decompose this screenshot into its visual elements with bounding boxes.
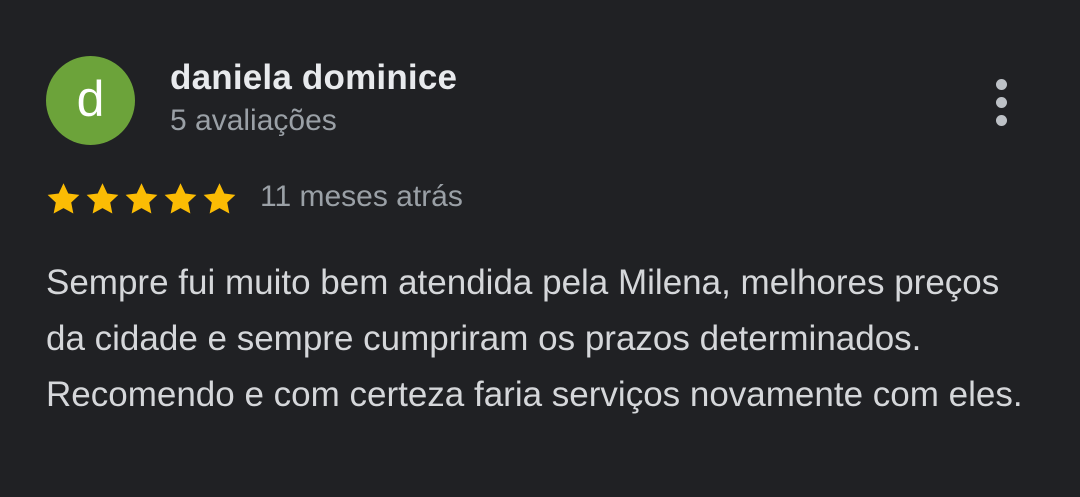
star-icon [164,183,197,214]
star-icon [86,183,119,214]
reviewer-name[interactable]: daniela dominice [170,58,457,98]
more-options-button[interactable] [982,76,1022,130]
more-vert-icon-dot [996,115,1007,126]
avatar[interactable]: d [46,56,135,145]
review-time: 11 meses atrás [260,180,463,213]
review-text: Sempre fui muito bem atendida pela Milen… [46,263,1023,414]
star-icon [47,183,80,214]
more-vert-icon-dot [996,97,1007,108]
more-vert-icon [996,79,1007,90]
review-card: d daniela dominice 5 avaliações 11 meses… [0,0,1080,497]
reviewer-reviews-count: 5 avaliações [170,104,337,137]
star-icon [203,183,236,214]
star-rating [45,180,238,218]
star-icon [125,183,158,214]
